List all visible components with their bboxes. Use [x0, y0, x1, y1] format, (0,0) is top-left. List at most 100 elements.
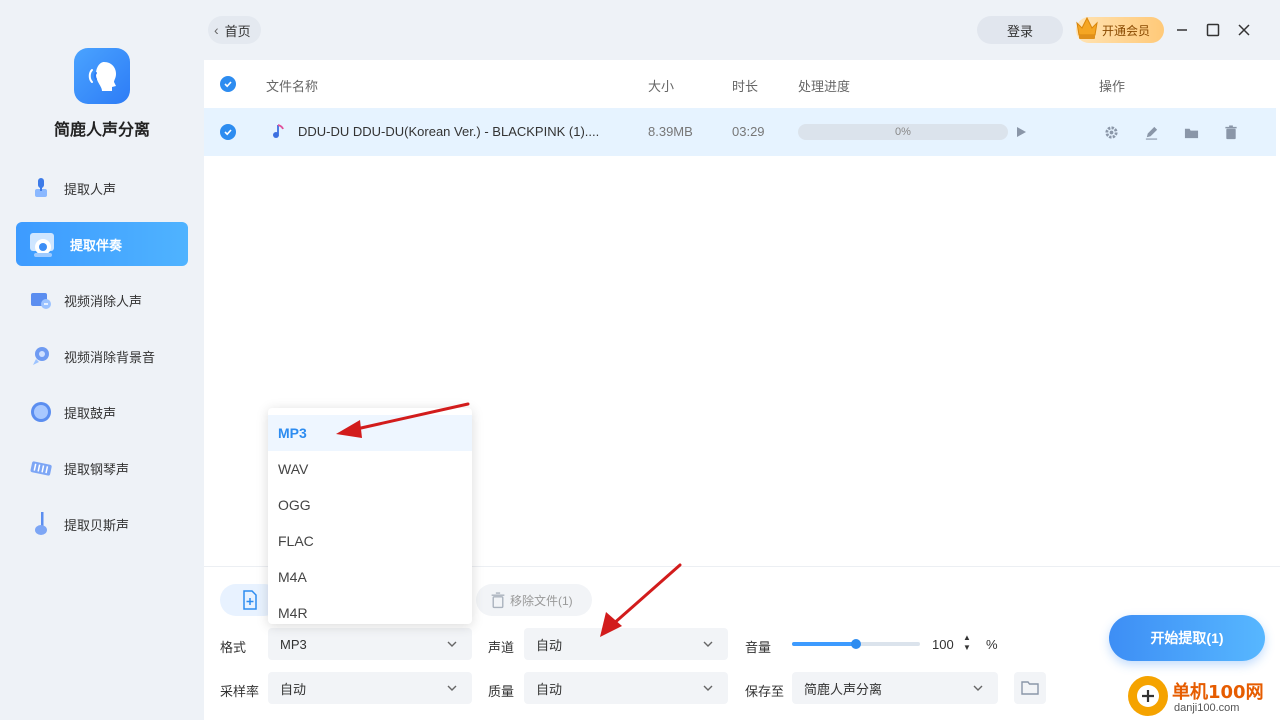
header-duration: 时长 — [732, 79, 759, 94]
back-label: 首页 — [224, 23, 251, 39]
format-option-flac[interactable]: FLAC — [268, 523, 472, 559]
minimize-icon[interactable] — [1170, 18, 1194, 42]
format-option-ogg[interactable]: OGG — [268, 487, 472, 523]
maximize-icon[interactable] — [1201, 18, 1225, 42]
channel-label: 声道 — [488, 640, 515, 655]
format-option-wav[interactable]: WAV — [268, 451, 472, 487]
chevron-down-icon — [447, 685, 457, 691]
format-label: 格式 — [220, 640, 247, 655]
header-size: 大小 — [648, 79, 675, 94]
login-button[interactable]: 登录 — [977, 16, 1063, 44]
format-option-mp3[interactable]: MP3 — [268, 415, 472, 451]
samplerate-label: 采样率 — [220, 684, 260, 699]
volume-slider[interactable] — [792, 639, 920, 649]
table-row[interactable]: DDU-DU DDU-DU(Korean Ver.) - BLACKPINK (… — [204, 108, 1276, 156]
back-home-button[interactable]: ‹ 首页 — [208, 16, 261, 44]
spinner-up-icon[interactable]: ▲ — [962, 633, 972, 643]
sidebar-item-label: 提取贝斯声 — [64, 517, 130, 533]
spinner-down-icon[interactable]: ▼ — [962, 643, 972, 653]
select-all-checkbox[interactable] — [220, 76, 236, 92]
browse-folder-button[interactable] — [1014, 672, 1046, 704]
sidebar-item-label: 提取伴奏 — [70, 237, 123, 253]
table-header: 文件名称 大小 时长 处理进度 操作 — [204, 60, 1280, 108]
quality-value: 自动 — [536, 681, 563, 697]
video-vocal-remove-icon — [30, 289, 52, 311]
channel-select[interactable]: 自动 — [524, 628, 728, 660]
samplerate-value: 自动 — [280, 681, 307, 697]
file-size: 8.39MB — [648, 124, 693, 139]
accompaniment-icon — [26, 227, 60, 261]
chevron-down-icon — [973, 685, 983, 691]
sidebar-nav: 提取人声 提取伴奏 视频消除人声 视频消除背景音 提取鼓声 提取钢琴声 提取贝斯… — [16, 166, 188, 558]
video-bg-remove-icon — [30, 345, 52, 367]
volume-value: 100 — [932, 636, 954, 652]
volume-slider-fill — [792, 642, 856, 646]
start-extract-button[interactable]: 开始提取(1) — [1109, 615, 1265, 661]
vip-label: 开通会员 — [1102, 23, 1151, 38]
drum-icon — [30, 401, 52, 423]
sidebar-item-video-remove-vocal[interactable]: 视频消除人声 — [16, 278, 188, 322]
app-name: 简鹿人声分离 — [53, 122, 150, 139]
gear-icon[interactable] — [1103, 124, 1119, 140]
file-name: DDU-DU DDU-DU(Korean Ver.) - BLACKPINK (… — [298, 124, 600, 139]
top-bar: ‹ 首页 登录 开通会员 — [204, 0, 1280, 60]
sidebar-item-extract-accompaniment[interactable]: 提取伴奏 — [16, 222, 188, 266]
volume-label: 音量 — [745, 640, 772, 655]
format-option-m4r[interactable]: M4R — [268, 595, 472, 624]
format-value: MP3 — [280, 636, 307, 652]
voice-head-icon — [88, 62, 116, 91]
crown-icon — [1076, 16, 1098, 39]
chevron-left-icon: ‹ — [214, 22, 219, 38]
format-option-m4a[interactable]: M4A — [268, 559, 472, 595]
folder-open-icon — [1021, 681, 1039, 695]
watermark-logo: 单机100网 danji100.com — [1128, 676, 1280, 720]
watermark-circle-icon — [1128, 676, 1168, 716]
saveto-value: 简鹿人声分离 — [804, 681, 883, 697]
sidebar-item-extract-bass[interactable]: 提取贝斯声 — [16, 502, 188, 546]
chevron-down-icon — [703, 685, 713, 691]
progress-bar: 0% — [798, 124, 1008, 140]
saveto-select[interactable]: 简鹿人声分离 — [792, 672, 998, 704]
sidebar-item-label: 视频消除背景音 — [64, 349, 156, 365]
volume-spinner[interactable]: ▲ ▼ — [962, 633, 972, 655]
sidebar-item-extract-piano[interactable]: 提取钢琴声 — [16, 446, 188, 490]
edit-icon[interactable] — [1143, 124, 1159, 140]
row-checkbox[interactable] — [220, 124, 236, 140]
piano-icon — [30, 457, 52, 479]
bass-icon — [30, 512, 52, 535]
channel-value: 自动 — [536, 637, 563, 653]
sidebar-item-extract-vocal[interactable]: 提取人声 — [16, 166, 188, 210]
app-logo — [74, 48, 130, 104]
remove-files-button[interactable]: 移除文件(1) — [476, 584, 592, 616]
folder-icon[interactable] — [1183, 124, 1199, 140]
volume-unit: % — [986, 637, 998, 652]
format-select[interactable]: MP3 — [268, 628, 472, 660]
add-file-icon — [243, 590, 257, 610]
trash-outline-icon — [491, 592, 505, 609]
header-ops: 操作 — [1099, 79, 1126, 94]
samplerate-select[interactable]: 自动 — [268, 672, 472, 704]
play-icon[interactable] — [1013, 124, 1029, 140]
sidebar-item-video-remove-bg[interactable]: 视频消除背景音 — [16, 334, 188, 378]
chevron-down-icon — [447, 641, 457, 647]
chevron-down-icon — [703, 641, 713, 647]
header-name: 文件名称 — [266, 79, 319, 94]
sidebar-item-label: 提取钢琴声 — [64, 461, 130, 477]
file-duration: 03:29 — [732, 124, 765, 139]
trash-icon[interactable] — [1223, 124, 1239, 140]
vip-button[interactable]: 开通会员 — [1076, 16, 1164, 43]
close-icon[interactable] — [1232, 18, 1256, 42]
volume-slider-thumb[interactable] — [851, 639, 861, 649]
sidebar: 简鹿人声分离 提取人声 提取伴奏 视频消除人声 视频消除背景音 提取鼓声 提取钢… — [0, 0, 204, 720]
watermark-url: danji100.com — [1174, 702, 1240, 714]
remove-files-label: 移除文件(1) — [510, 593, 573, 608]
sidebar-item-label: 视频消除人声 — [64, 293, 143, 309]
sidebar-item-extract-drum[interactable]: 提取鼓声 — [16, 390, 188, 434]
quality-select[interactable]: 自动 — [524, 672, 728, 704]
music-note-icon — [272, 123, 286, 142]
progress-text: 0% — [895, 126, 911, 138]
watermark-text: 单机100网 — [1172, 682, 1264, 703]
header-progress: 处理进度 — [798, 79, 851, 94]
format-dropdown: MP3 WAV OGG FLAC M4A M4R — [268, 408, 472, 624]
saveto-label: 保存至 — [745, 684, 785, 699]
